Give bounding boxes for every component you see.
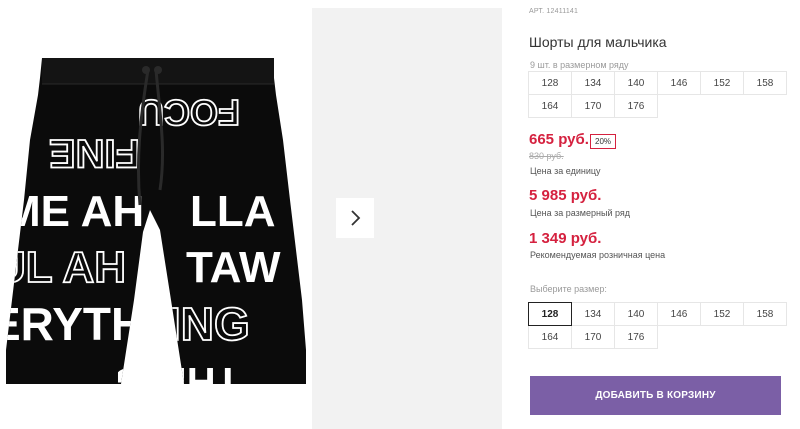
old-price: 830 руб.	[529, 151, 564, 161]
size-option[interactable]: 170	[571, 325, 615, 349]
discount-badge: 20%	[590, 134, 617, 149]
retail-price: 1 349 руб.	[529, 230, 602, 247]
print-text-7: ERYTH	[0, 298, 144, 350]
size-option[interactable]: 140	[614, 302, 658, 326]
add-to-cart-button[interactable]: ДОБАВИТЬ В КОРЗИНУ	[530, 376, 781, 415]
size-option[interactable]: 134	[571, 302, 615, 326]
size-option[interactable]: 158	[743, 302, 787, 326]
series-size-cell: 158	[743, 71, 787, 95]
series-size-grid: 128 134 140 146 152 158 164 170 176	[528, 71, 787, 118]
size-option[interactable]: 146	[657, 302, 701, 326]
product-image: FOCU FINE ME AH LLA UL AH TAW ERYTH ING …	[0, 0, 312, 429]
gallery-panel	[312, 8, 502, 429]
size-option[interactable]: 152	[700, 302, 744, 326]
series-price-label: Цена за размерный ряд	[530, 208, 631, 218]
retail-price-label: Рекомендуемая розничная цена	[530, 250, 666, 260]
product-title: Шорты для мальчика	[529, 34, 667, 50]
print-text-2: FINE	[49, 131, 140, 175]
print-text-8: ING	[168, 298, 250, 350]
series-note: 9 шт. в размерном ряду	[530, 60, 629, 70]
unit-price-label: Цена за единицу	[530, 166, 601, 176]
print-text-6: TAW	[186, 243, 281, 292]
size-picker-grid: 128 134 140 146 152 158 164 170 176	[528, 302, 787, 349]
chevron-right-icon	[351, 210, 361, 226]
series-size-cell: 128	[528, 71, 572, 95]
shorts-illustration: FOCU FINE ME AH LLA UL AH TAW ERYTH ING …	[0, 58, 306, 403]
series-size-cell: 134	[571, 71, 615, 95]
series-price: 5 985 руб.	[529, 187, 602, 204]
print-text-5: UL AH	[0, 243, 126, 292]
print-text-9: THING	[116, 359, 240, 403]
series-size-cell: 152	[700, 71, 744, 95]
series-size-cell: 164	[528, 94, 572, 118]
print-text-3: ME AH	[4, 187, 144, 236]
choose-size-label: Выберите размер:	[530, 284, 607, 294]
size-option[interactable]: 176	[614, 325, 658, 349]
size-option[interactable]: 164	[528, 325, 572, 349]
article-number: АРТ. 12411141	[529, 8, 579, 15]
series-size-cell: 170	[571, 94, 615, 118]
series-size-cell: 146	[657, 71, 701, 95]
series-size-cell: 140	[614, 71, 658, 95]
size-option[interactable]: 128	[528, 302, 572, 326]
next-image-button[interactable]	[336, 198, 374, 238]
print-text-4: LLA	[190, 187, 276, 236]
unit-price: 665 руб.	[529, 131, 589, 148]
series-size-cell: 176	[614, 94, 658, 118]
print-text-1: FOCU	[138, 92, 240, 133]
